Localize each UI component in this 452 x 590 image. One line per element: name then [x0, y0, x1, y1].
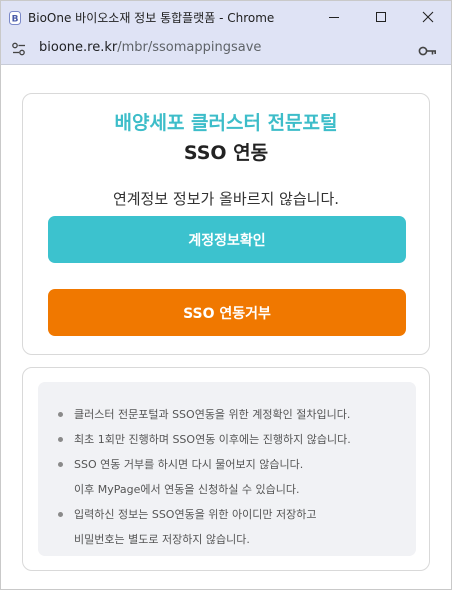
notice-line: 비밀번호는 별도로 저장하지 않습니다.	[74, 533, 250, 546]
notice-item: 클러스터 전문포털과 SSO연동을 위한 계정확인 절차입니다.	[56, 402, 406, 427]
notice-line: SSO 연동 거부를 하시면 다시 물어보지 않습니다.	[74, 458, 304, 471]
notice-line: 클러스터 전문포털과 SSO연동을 위한 계정확인 절차입니다.	[74, 408, 351, 421]
minimize-icon	[329, 17, 339, 18]
window-title: BioOne 바이오소재 정보 통합플랫폼 - Chrome	[28, 11, 275, 25]
address-bar[interactable]: bioone.re.kr/mbr/ssomappingsave	[1, 33, 451, 65]
notice-item: 최초 1회만 진행하며 SSO연동 이후에는 진행하지 않습니다.	[56, 427, 406, 452]
notice-item: SSO 연동 거부를 하시면 다시 물어보지 않습니다. 이후 MyPage에서…	[56, 452, 406, 502]
notice-box: 클러스터 전문포털과 SSO연동을 위한 계정확인 절차입니다. 최초 1회만 …	[38, 382, 416, 556]
maximize-button[interactable]	[358, 1, 404, 33]
notice-line: 이후 MyPage에서 연동을 신청하실 수 있습니다.	[74, 483, 300, 496]
portal-title: 배양세포 클러스터 전문포털	[114, 112, 338, 134]
notice-item: 입력하신 정보는 SSO연동을 위한 아이디만 저장하고 비밀번호는 별도로 저…	[56, 502, 406, 552]
notice-line: 입력하신 정보는 SSO연동을 위한 아이디만 저장하고	[74, 508, 317, 521]
close-icon	[422, 11, 434, 23]
url-host: bioone.re.kr	[39, 40, 118, 55]
url-text[interactable]: bioone.re.kr/mbr/ssomappingsave	[39, 40, 261, 55]
notice-card: 클러스터 전문포털과 SSO연동을 위한 계정확인 절차입니다. 최초 1회만 …	[22, 367, 430, 571]
title-bar: B BioOne 바이오소재 정보 통합플랫폼 - Chrome	[1, 1, 451, 33]
error-message: 연계정보 정보가 올바르지 않습니다.	[112, 190, 340, 208]
url-path: /mbr/ssomappingsave	[117, 40, 262, 55]
minimize-button[interactable]	[311, 1, 357, 33]
maximize-icon	[376, 12, 386, 22]
bioone-app-icon: B	[9, 10, 21, 25]
close-button[interactable]	[405, 1, 451, 33]
svg-text:B: B	[12, 15, 19, 25]
verify-account-button[interactable]: 계정정보확인	[48, 216, 406, 263]
sso-card: 배양세포 클러스터 전문포털 SSO 연동 연계정보 정보가 올바르지 않습니다…	[22, 93, 430, 355]
sso-title: SSO 연동	[183, 142, 269, 164]
browser-window: B BioOne 바이오소재 정보 통합플랫폼 - Chrome bioone.…	[0, 0, 452, 590]
key-icon[interactable]	[418, 42, 438, 61]
notice-list: 클러스터 전문포털과 SSO연동을 위한 계정확인 절차입니다. 최초 1회만 …	[56, 402, 406, 552]
notice-line: 최초 1회만 진행하며 SSO연동 이후에는 진행하지 않습니다.	[74, 433, 351, 446]
tune-icon[interactable]	[11, 41, 27, 60]
reject-sso-button[interactable]: SSO 연동거부	[48, 289, 406, 336]
